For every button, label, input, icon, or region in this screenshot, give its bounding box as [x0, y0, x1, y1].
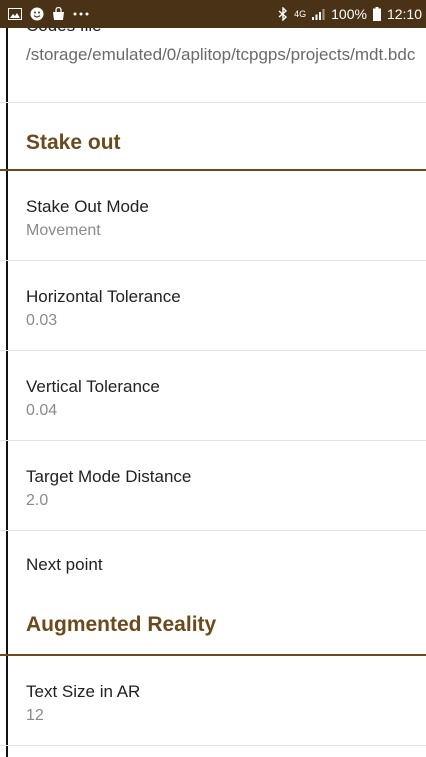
- signal-icon: [311, 8, 325, 20]
- bag-icon: [52, 7, 65, 21]
- preference-title: Target Mode Distance: [26, 467, 192, 486]
- horizontal-tolerance-preference[interactable]: Horizontal Tolerance 0.03: [0, 261, 426, 351]
- category-stake-out: Stake out: [0, 103, 426, 171]
- preference-value: Movement: [26, 222, 101, 239]
- codes-file-path: /storage/emulated/0/aplitop/tcpgps/proje…: [26, 45, 416, 64]
- preference-value: 0.03: [26, 312, 58, 329]
- preference-title: Vertical Tolerance: [26, 377, 160, 396]
- more-dots-icon: [73, 12, 89, 16]
- preference-value: 0.04: [26, 402, 58, 419]
- face-icon: [30, 7, 44, 21]
- status-bar: 4G 100% 12:10: [0, 0, 426, 28]
- settings-list[interactable]: Codes file /storage/emulated/0/aplitop/t…: [0, 28, 426, 757]
- stake-out-mode-preference[interactable]: Stake Out Mode Movement: [0, 171, 426, 261]
- gallery-icon: [8, 8, 22, 20]
- preference-value: 12: [26, 707, 44, 724]
- codes-file-title: Codes file: [26, 28, 102, 36]
- preference-title: Next point: [26, 555, 103, 574]
- preference-title: Horizontal Tolerance: [26, 287, 181, 306]
- status-left-icons: [8, 7, 89, 21]
- battery-percent: 100%: [331, 6, 367, 22]
- next-point-preference[interactable]: Next point: [0, 531, 426, 601]
- category-title-augmented-reality: Augmented Reality: [26, 613, 217, 636]
- target-mode-distance-preference[interactable]: Target Mode Distance 2.0: [0, 441, 426, 531]
- network-type: 4G: [294, 8, 307, 19]
- preference-title: Text Size in AR: [26, 682, 141, 701]
- status-right-icons: 4G 100% 12:10: [278, 6, 422, 22]
- preference-value: 2.0: [26, 492, 49, 509]
- battery-icon: [372, 7, 381, 21]
- category-augmented-reality: Augmented Reality: [0, 601, 426, 656]
- category-title-stake-out: Stake out: [26, 131, 121, 154]
- preference-title: Stake Out Mode: [26, 197, 149, 216]
- vertical-tolerance-preference[interactable]: Vertical Tolerance 0.04: [0, 351, 426, 441]
- codes-file-preference[interactable]: Codes file /storage/emulated/0/aplitop/t…: [0, 28, 426, 103]
- bluetooth-icon: [278, 7, 288, 21]
- status-time: 12:10: [386, 6, 422, 22]
- text-size-ar-preference[interactable]: Text Size in AR 12: [0, 656, 426, 746]
